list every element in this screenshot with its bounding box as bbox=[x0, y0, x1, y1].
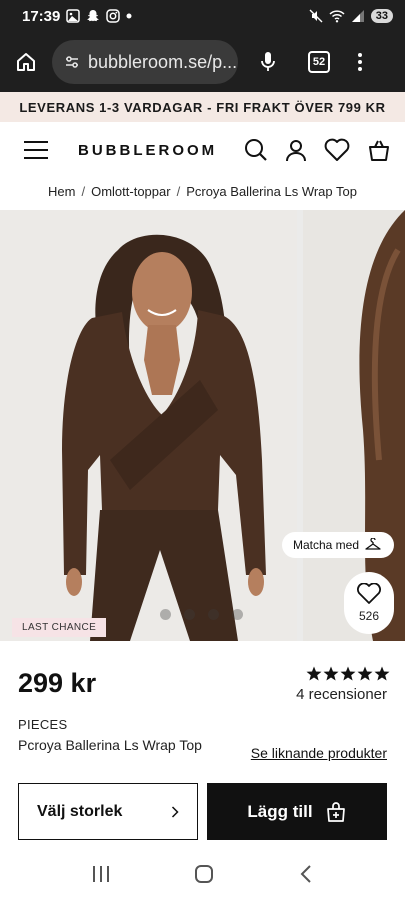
recents-button[interactable] bbox=[93, 866, 110, 882]
bag-plus-icon bbox=[326, 801, 345, 822]
add-to-cart-button[interactable]: Lägg till bbox=[207, 783, 387, 840]
address-bar[interactable]: bubbleroom.se/p... bbox=[52, 40, 238, 84]
product-name: Pcroya Ballerina Ls Wrap Top bbox=[18, 737, 202, 753]
status-bar: 17:39 33 bbox=[0, 0, 405, 32]
signal-icon bbox=[351, 10, 364, 22]
cart-bag-icon[interactable] bbox=[367, 138, 391, 162]
browser-menu-button[interactable] bbox=[358, 53, 362, 71]
product-image[interactable] bbox=[0, 210, 297, 641]
product-price: 299 kr bbox=[18, 668, 97, 698]
match-with-button[interactable]: Matcha med bbox=[282, 532, 394, 558]
carousel-dot[interactable] bbox=[232, 609, 243, 620]
search-icon[interactable] bbox=[244, 138, 268, 162]
star-icon bbox=[357, 666, 373, 681]
favorite-count: 526 bbox=[358, 609, 380, 623]
chevron-right-icon bbox=[171, 805, 179, 818]
hanger-icon bbox=[365, 538, 381, 550]
back-icon[interactable] bbox=[300, 865, 312, 883]
star-icon bbox=[323, 666, 339, 681]
breadcrumb-item-current: Pcroya Ballerina Ls Wrap Top bbox=[186, 183, 357, 199]
last-chance-badge: LAST CHANCE bbox=[12, 618, 107, 637]
carousel-dot[interactable] bbox=[208, 609, 219, 620]
system-navigation-bar bbox=[0, 848, 405, 900]
favorite-button[interactable]: 526 bbox=[344, 572, 394, 634]
tab-switcher-button[interactable]: 52 bbox=[308, 51, 330, 73]
site-header: BUBBLEROOM bbox=[0, 122, 405, 178]
carousel-dot[interactable] bbox=[184, 609, 195, 620]
rating-stars[interactable] bbox=[306, 666, 390, 681]
star-icon bbox=[340, 666, 356, 681]
breadcrumb-separator: / bbox=[176, 183, 181, 199]
site-logo[interactable]: BUBBLEROOM bbox=[78, 142, 217, 159]
add-to-cart-label: Lägg till bbox=[247, 801, 313, 821]
carousel-dot[interactable] bbox=[160, 609, 171, 620]
product-photo-illustration bbox=[0, 210, 297, 641]
snapchat-icon bbox=[87, 10, 100, 22]
menu-icon[interactable] bbox=[24, 141, 48, 159]
product-gallery[interactable]: LAST CHANCE Matcha med 526 bbox=[0, 210, 405, 641]
status-time: 17:39 bbox=[22, 7, 61, 25]
dot-icon bbox=[126, 13, 132, 19]
star-icon bbox=[306, 666, 322, 681]
heart-icon bbox=[357, 583, 381, 604]
reviews-count-link[interactable]: 4 recensioner bbox=[296, 686, 387, 703]
system-icons: 33 bbox=[309, 9, 393, 23]
breadcrumb-item-home[interactable]: Hem bbox=[48, 184, 75, 199]
image-icon bbox=[66, 9, 81, 23]
product-brand[interactable]: PIECES bbox=[18, 717, 67, 732]
battery-indicator: 33 bbox=[370, 9, 393, 23]
home-icon bbox=[17, 53, 35, 71]
star-icon bbox=[374, 666, 390, 681]
home-button[interactable] bbox=[195, 865, 214, 883]
select-size-button[interactable]: Välj storlek bbox=[18, 783, 198, 840]
account-icon[interactable] bbox=[285, 138, 307, 162]
wifi-icon bbox=[329, 10, 345, 23]
mute-icon bbox=[309, 9, 323, 23]
instagram-icon bbox=[106, 9, 121, 23]
microphone-icon bbox=[261, 52, 275, 71]
select-size-label: Välj storlek bbox=[37, 802, 123, 820]
wishlist-heart-icon[interactable] bbox=[324, 138, 350, 162]
promo-banner: LEVERANS 1-3 VARDAGAR - FRI FRAKT ÖVER 7… bbox=[0, 92, 405, 122]
browser-toolbar: bubbleroom.se/p... 52 bbox=[0, 32, 405, 92]
site-settings-icon[interactable] bbox=[64, 54, 80, 70]
similar-products-link[interactable]: Se liknande produkter bbox=[251, 745, 387, 761]
breadcrumb-separator: / bbox=[81, 183, 86, 199]
voice-search-button[interactable] bbox=[254, 51, 282, 73]
url-text: bubbleroom.se/p... bbox=[88, 51, 238, 72]
breadcrumb: Hem / Omlott-toppar / Pcroya Ballerina L… bbox=[0, 180, 405, 202]
browser-home-button[interactable] bbox=[0, 32, 52, 92]
carousel-dots[interactable] bbox=[160, 609, 243, 620]
match-label: Matcha med bbox=[293, 538, 360, 552]
header-actions bbox=[244, 138, 391, 162]
breadcrumb-item-category[interactable]: Omlott-toppar bbox=[91, 184, 170, 199]
notification-icons bbox=[66, 9, 132, 23]
